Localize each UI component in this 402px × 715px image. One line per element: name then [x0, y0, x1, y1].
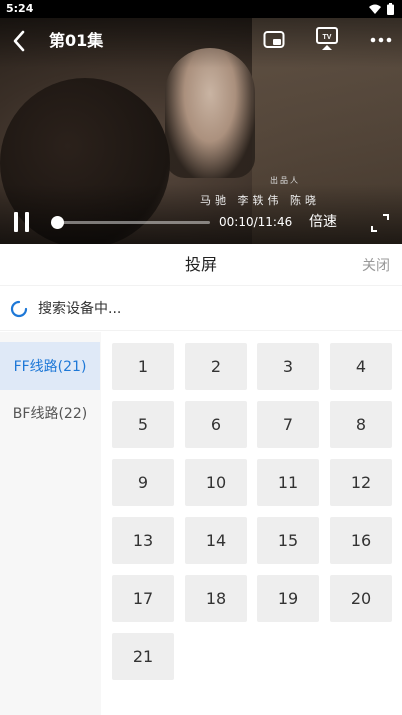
route-label: BF线路(22): [12, 406, 88, 422]
speed-button[interactable]: 倍速: [309, 212, 337, 232]
route-item-ff[interactable]: FF线路(21): [0, 342, 100, 390]
status-icons: [369, 3, 394, 15]
picture-in-picture-icon: [263, 31, 285, 48]
route-item-bf[interactable]: BF线路(22): [0, 389, 100, 437]
back-button[interactable]: [8, 28, 30, 54]
episode-button[interactable]: 11: [257, 459, 319, 506]
episode-button[interactable]: 18: [185, 575, 247, 622]
episode-button[interactable]: 8: [330, 401, 392, 448]
fullscreen-icon: [371, 214, 389, 232]
chevron-left-icon: [13, 30, 25, 52]
episode-button[interactable]: 3: [257, 343, 319, 390]
episode-button[interactable]: 9: [112, 459, 174, 506]
episode-button[interactable]: 19: [257, 575, 319, 622]
wifi-icon: [369, 4, 381, 14]
episode-button[interactable]: 14: [185, 517, 247, 564]
more-dots-icon: [370, 37, 392, 43]
episode-button[interactable]: 15: [257, 517, 319, 564]
pause-icon: [14, 212, 29, 232]
route-label: FF线路(21): [13, 359, 87, 375]
episode-button[interactable]: 12: [330, 459, 392, 506]
episode-button[interactable]: 1: [112, 343, 174, 390]
status-bar: 5:24: [0, 0, 402, 18]
time-display: 00:10/11:46: [219, 215, 293, 229]
episode-button[interactable]: 17: [112, 575, 174, 622]
episode-button[interactable]: 13: [112, 517, 174, 564]
episode-button[interactable]: 20: [330, 575, 392, 622]
svg-text:TV: TV: [323, 34, 332, 41]
search-status-text: 搜索设备中...: [38, 301, 122, 317]
episode-button[interactable]: 21: [112, 633, 174, 680]
episode-button[interactable]: 5: [112, 401, 174, 448]
cast-panel-header: 投屏 关闭: [0, 244, 402, 285]
device-search-status: 搜索设备中...: [0, 285, 402, 331]
cast-tv-button[interactable]: TV: [315, 26, 339, 52]
episode-button[interactable]: 4: [330, 343, 392, 390]
episode-title: 第01集: [49, 31, 104, 50]
video-credit-title: 出品人: [270, 176, 300, 185]
video-credit-names: 马驰 李轶伟 陈晓: [200, 194, 320, 207]
fullscreen-button[interactable]: [369, 212, 391, 234]
close-button[interactable]: 关闭: [362, 257, 390, 275]
cast-panel-title: 投屏: [184, 255, 217, 274]
episode-button[interactable]: 6: [185, 401, 247, 448]
video-player[interactable]: 第01集 TV 出品人 马驰 李轶伟 陈晓 00:10/11:46 倍速: [0, 18, 402, 244]
battery-icon: [387, 3, 394, 15]
route-list: FF线路(21) BF线路(22): [0, 332, 101, 715]
progress-bar[interactable]: [51, 216, 210, 229]
more-button[interactable]: [369, 28, 393, 52]
pip-button[interactable]: [262, 28, 286, 52]
status-time: 5:24: [6, 2, 34, 15]
episode-button[interactable]: 16: [330, 517, 392, 564]
episode-button[interactable]: 10: [185, 459, 247, 506]
pause-button[interactable]: [12, 210, 32, 234]
episode-button[interactable]: 2: [185, 343, 247, 390]
episode-grid: 1 2 3 4 5 6 7 8 9 10 11 12 13 14 15 16 17 18 19 20 21: [101, 332, 402, 715]
episode-button[interactable]: 7: [257, 401, 319, 448]
tv-icon: TV: [316, 27, 338, 50]
loading-spinner-icon: [10, 300, 28, 318]
